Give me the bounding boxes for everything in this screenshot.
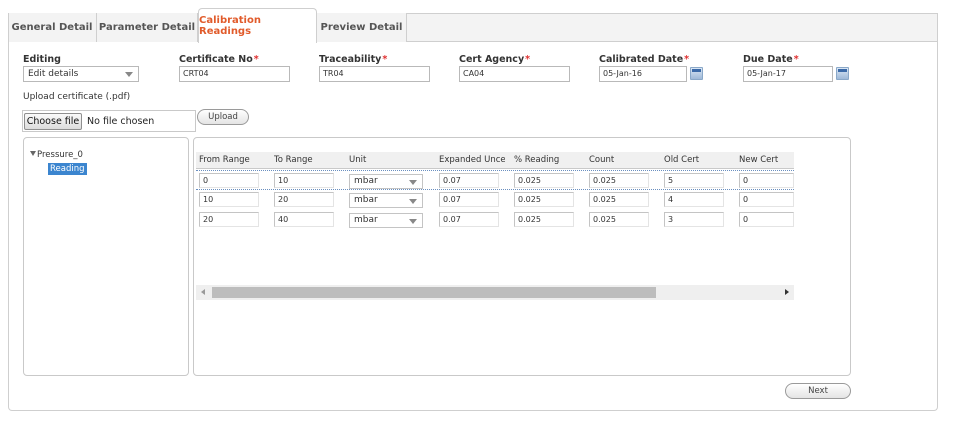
count-cell[interactable]: 0.025 [589,173,649,188]
expanded-uncertainty-cell[interactable]: 0.07 [439,173,499,188]
calibrated-date-label: Calibrated Date* [599,54,690,65]
old-cert-cell[interactable]: 4 [664,192,724,207]
editing-select[interactable]: Edit details [23,66,139,82]
column-header: New Cert [739,155,779,165]
certificate-no-label: Certificate No* [179,54,259,65]
column-header: From Range [199,155,250,165]
unit-value: mbar [354,215,378,225]
unit-value: mbar [354,176,378,186]
table-row[interactable]: 10 20 mbar 0.07 0.025 0.025 4 0 [196,190,794,210]
count-cell[interactable]: 0.025 [589,212,649,227]
tree-node-selected[interactable]: Reading [48,163,87,175]
column-header: Old Cert [664,155,700,165]
unit-select[interactable]: mbar [349,193,423,208]
unit-select[interactable]: mbar [349,213,423,228]
upload-button[interactable]: Upload [197,109,249,125]
grid-header: From Range To Range Unit Expanded Uncer … [196,152,794,169]
unit-value: mbar [354,195,378,205]
file-status: No file chosen [87,116,155,127]
upload-label: Upload certificate (.pdf) [23,92,131,102]
old-cert-cell[interactable]: 5 [664,173,724,188]
cert-agency-input[interactable]: CA04 [459,66,570,82]
traceability-label: Traceability* [319,54,388,65]
calibrated-date-input[interactable]: 05-Jan-16 [599,66,687,82]
file-input[interactable]: Choose file No file chosen [22,110,196,132]
new-cert-cell[interactable]: 0 [739,173,794,188]
scrollbar-thumb[interactable] [212,287,656,298]
certificate-no-input[interactable]: CRT04 [179,66,290,82]
cert-agency-label: Cert Agency* [459,54,531,65]
expanded-uncertainty-cell[interactable]: 0.07 [439,192,499,207]
choose-file-button[interactable]: Choose file [24,113,82,130]
tree-node-root[interactable]: Pressure_0 [37,150,83,160]
from-range-cell[interactable]: 10 [199,192,259,207]
column-header: Count [589,155,615,165]
editing-label: Editing [23,54,61,65]
from-range-cell[interactable]: 20 [199,212,259,227]
next-button[interactable]: Next [785,383,851,399]
to-range-cell[interactable]: 20 [274,192,334,207]
chevron-down-icon [125,72,133,77]
chevron-down-icon [409,199,417,204]
calendar-icon[interactable] [690,67,703,80]
due-date-input[interactable]: 05-Jan-17 [743,66,833,82]
chevron-down-icon [409,219,417,224]
new-cert-cell[interactable]: 0 [739,212,794,227]
percent-reading-cell[interactable]: 0.025 [514,212,574,227]
percent-reading-cell[interactable]: 0.025 [514,173,574,188]
column-header: Unit [349,155,367,165]
column-header: To Range [274,155,313,165]
to-range-cell[interactable]: 10 [274,173,334,188]
due-date-label: Due Date* [743,54,799,65]
chevron-down-icon [409,180,417,185]
expand-caret-icon[interactable] [30,151,36,156]
horizontal-scrollbar[interactable] [196,285,794,300]
table-row[interactable]: 0 10 mbar 0.07 0.025 0.025 5 0 [196,170,794,190]
percent-reading-cell[interactable]: 0.025 [514,192,574,207]
column-header: Expanded Uncer [439,155,505,165]
count-cell[interactable]: 0.025 [589,192,649,207]
old-cert-cell[interactable]: 3 [664,212,724,227]
to-range-cell[interactable]: 40 [274,212,334,227]
editing-value: Edit details [28,69,79,79]
scroll-left-icon[interactable] [201,289,205,295]
traceability-input[interactable]: TR04 [319,66,430,82]
unit-select[interactable]: mbar [349,174,423,189]
column-header: % Reading [514,155,560,165]
from-range-cell[interactable]: 0 [199,173,259,188]
expanded-uncertainty-cell[interactable]: 0.07 [439,212,499,227]
new-cert-cell[interactable]: 0 [739,192,794,207]
calendar-icon[interactable] [836,67,849,80]
scroll-right-icon[interactable] [785,289,789,295]
table-row[interactable]: 20 40 mbar 0.07 0.025 0.025 3 0 [196,210,794,230]
